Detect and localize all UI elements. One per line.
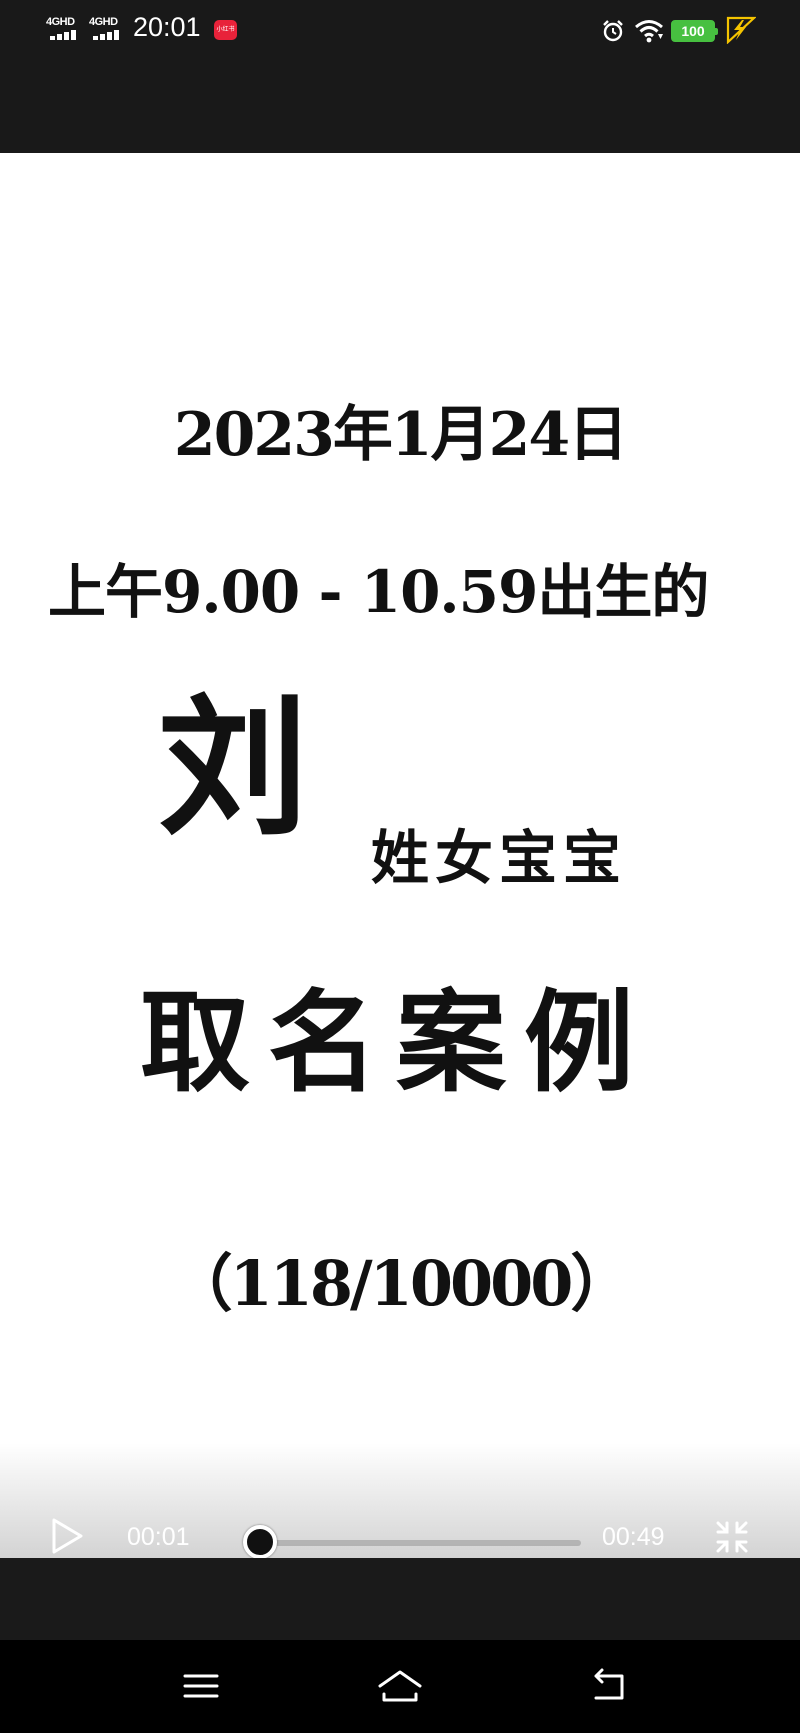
notification-app-icon: 小红书 <box>214 20 237 40</box>
battery-level: 100 <box>681 23 705 39</box>
network-type-label: 4GHD <box>46 16 75 28</box>
seek-thumb[interactable] <box>242 1525 277 1559</box>
case-counter: （118/10000） <box>170 1247 633 1320</box>
alarm-icon <box>603 20 623 42</box>
battery-icon: 100 <box>671 20 718 42</box>
notification-app-label: 小红书 <box>216 27 235 33</box>
current-time: 00:01 <box>127 1523 190 1551</box>
birth-time-line: 上午9.00 - 10.59出生的 <box>48 558 709 626</box>
home-icon[interactable] <box>376 1666 424 1706</box>
video-frame[interactable]: 2023年1月24日 上午9.00 - 10.59出生的 刘 姓女宝宝 取名案例… <box>0 153 800 1558</box>
surname-suffix: 姓女宝宝 <box>371 824 628 892</box>
video-heading: 取名案例 <box>140 978 652 1107</box>
surname-character: 刘 <box>158 680 309 856</box>
exit-fullscreen-icon[interactable] <box>714 1519 750 1555</box>
status-bar: 4GHD 4GHD 20:01 小红书 100 <box>0 0 800 60</box>
seek-bar[interactable] <box>253 1540 581 1546</box>
signal-icon: 4GHD <box>46 16 84 44</box>
wifi-icon <box>635 20 663 43</box>
menu-icon[interactable] <box>177 1666 225 1706</box>
network-type-label: 4GHD <box>89 16 118 28</box>
status-clock: 20:01 <box>133 12 201 42</box>
date-line: 2023年1月24日 <box>173 400 628 470</box>
play-icon[interactable] <box>50 1517 84 1555</box>
charging-icon <box>726 16 756 44</box>
back-icon[interactable] <box>586 1666 634 1706</box>
signal-icon: 4GHD <box>89 16 127 44</box>
duration: 00:49 <box>602 1523 665 1551</box>
